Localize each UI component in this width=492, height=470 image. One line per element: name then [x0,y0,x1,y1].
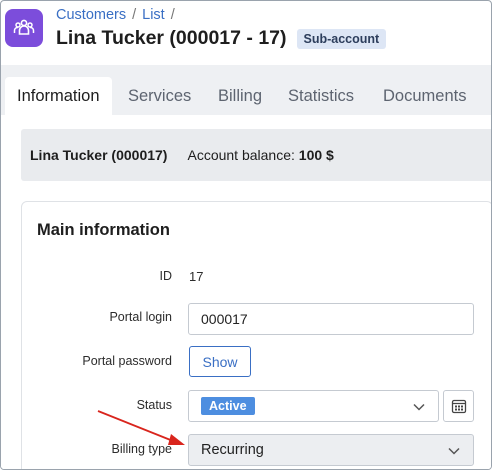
chevron-down-icon [413,403,425,411]
breadcrumb-customers[interactable]: Customers [56,7,126,23]
tab-billing[interactable]: Billing [206,77,274,115]
status-active-badge: Active [201,397,255,415]
customer-name: Lina Tucker (000017) [30,147,168,163]
balance-value: 100 $ [298,147,334,163]
status-calendar-button[interactable] [443,390,474,422]
tab-information[interactable]: Information [5,77,112,115]
main-information-card [21,201,491,469]
billing-type-label: Billing type [111,442,172,456]
sub-account-badge: Sub-account [296,28,387,49]
tab-services[interactable]: Services [116,77,203,115]
breadcrumb: Customers / List / [56,7,175,23]
breadcrumb-list[interactable]: List [142,7,165,23]
id-label: ID [159,269,173,283]
status-label: Status [136,398,172,412]
tab-documents[interactable]: Documents [371,77,478,115]
portal-password-label: Portal password [82,354,172,368]
account-balance: Account balance: 100 $ [187,147,333,163]
id-value: 17 [189,269,204,284]
title-row: Lina Tucker (000017 - 17) Sub-account [56,27,387,50]
portal-login-label: Portal login [109,310,172,324]
show-password-button[interactable]: Show [189,346,251,377]
portal-login-input[interactable] [188,303,474,335]
tab-statistics[interactable]: Statistics [276,77,366,115]
account-info-bar: Lina Tucker (000017) Account balance: 10… [21,129,491,181]
balance-label: Account balance: [187,147,295,163]
chevron-down-icon [448,447,460,455]
app-window: Customers / List / Lina Tucker (000017 -… [0,0,492,470]
card-title: Main information [37,221,170,239]
page-title: Lina Tucker (000017 - 17) [56,27,287,49]
calendar-icon [451,399,466,414]
breadcrumb-separator: / [170,7,175,23]
breadcrumb-separator: / [132,7,137,23]
billing-type-select[interactable]: Recurring [188,434,474,466]
billing-type-value: Recurring [201,442,264,458]
status-select[interactable]: Active [188,390,439,422]
people-group-icon [5,9,43,47]
